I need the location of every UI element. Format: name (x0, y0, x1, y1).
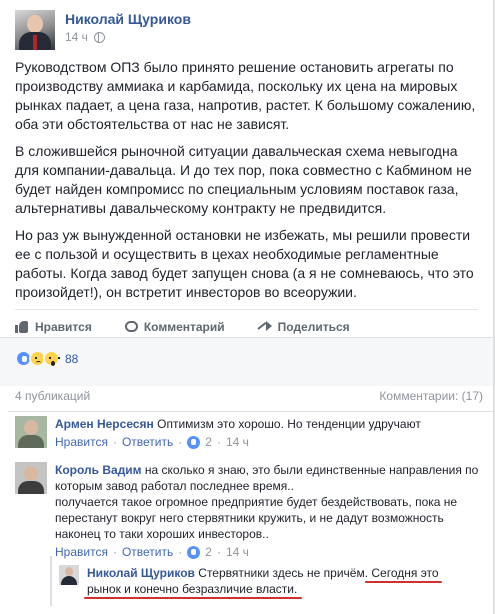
author-name[interactable]: Николай Щуриков (65, 11, 191, 27)
comment-bubble-icon (124, 321, 138, 332)
commenter-name[interactable]: Король Вадим (55, 463, 142, 477)
commenter-avatar[interactable] (15, 416, 47, 448)
like-label: Нравится (35, 319, 92, 334)
comment-reply-link[interactable]: Ответить (122, 434, 173, 450)
like-button[interactable]: Нравится (15, 316, 92, 337)
globe-icon (93, 31, 105, 43)
comment-text: Оптимизм это хорошо. Но тенденции удруча… (157, 417, 421, 431)
comment-like-link[interactable]: Нравится (55, 434, 108, 450)
divider (8, 411, 493, 412)
comment-reply-link[interactable]: Ответить (122, 544, 173, 560)
comment-text-line: наконец то таки хороших инвесторов.. (55, 527, 269, 541)
wow-icon (43, 350, 60, 367)
comment-time[interactable]: 14 ч (226, 434, 249, 450)
reply-text-line: рынок и конечно безразличие власти. (87, 582, 298, 596)
reply-avatar[interactable] (59, 565, 79, 585)
comment-text-line: получается такое огромное предприятие бу… (55, 495, 458, 509)
comment-button[interactable]: Комментарий (124, 316, 225, 337)
comment-label: Комментарий (143, 319, 225, 334)
share-button[interactable]: Поделиться (258, 316, 350, 337)
post-paragraph: Руководством ОПЗ было принято решение ос… (15, 59, 476, 132)
red-underline-mark (84, 597, 302, 599)
post-time[interactable]: 14 ч (65, 30, 88, 44)
reply-text: Стервятники здесь не причём. (198, 566, 369, 580)
commenter-name[interactable]: Армен Нерсесян (55, 417, 154, 431)
publications-count[interactable]: 4 публикаций (15, 389, 90, 403)
comment-text-line: которым завод работал последнее время.. (55, 479, 294, 493)
comment-text-line: перестанут вокруг него стервятники кружи… (55, 511, 444, 525)
comment-like-count[interactable]: 2 (205, 544, 212, 560)
reply-highlighted-text: Сегодня это (371, 566, 439, 580)
share-label: Поделиться (277, 319, 350, 334)
share-arrow-icon (258, 320, 272, 333)
comment-like-count[interactable]: 2 (205, 434, 212, 450)
post-header: Николай Щуриков 14 ч (15, 10, 475, 50)
like-icon (187, 545, 201, 559)
like-icon (187, 435, 201, 449)
comment-like-link[interactable]: Нравится (55, 544, 108, 560)
reply-thread-line (50, 556, 52, 606)
post-content: Руководством ОПЗ было принято решение ос… (15, 58, 480, 310)
reply-author-name[interactable]: Николай Щуриков (87, 566, 195, 580)
comment-time[interactable]: 14 ч (226, 544, 249, 560)
reactions-bar: 88 (0, 337, 493, 386)
comment-meta: Нравится · Ответить · 2 · 14 ч (55, 434, 249, 450)
thumbs-up-icon (15, 320, 29, 333)
author-avatar[interactable] (15, 10, 55, 50)
post-paragraph: Но раз уж вынужденной остановки не избеж… (15, 227, 474, 300)
reaction-count[interactable]: 88 (65, 352, 78, 366)
reaction-summary[interactable]: 88 (15, 350, 78, 367)
post-actions: Нравится Комментарий Поделиться (15, 309, 478, 337)
comment-meta: Нравится · Ответить · 2 · 14 ч (55, 544, 249, 560)
post-paragraph: В сложившейся рыночной ситуации давальче… (15, 143, 472, 216)
post-meta: 14 ч (65, 30, 105, 44)
comment-text-line: на сколько я знаю, это были единственные… (144, 463, 479, 477)
comments-count[interactable]: Комментарии: (17) (379, 389, 483, 403)
red-underline-mark (365, 581, 442, 583)
commenter-avatar[interactable] (15, 462, 47, 494)
